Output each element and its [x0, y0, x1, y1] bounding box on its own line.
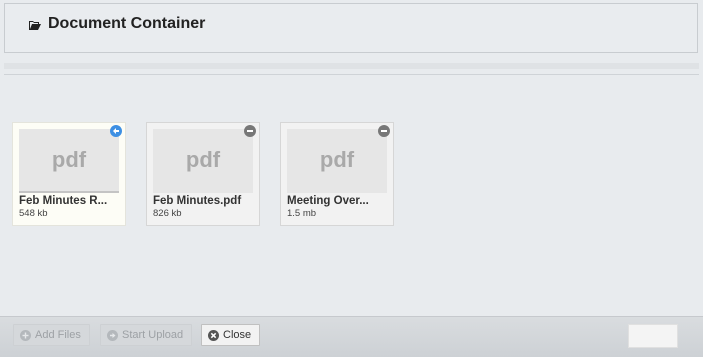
close-icon — [208, 329, 219, 341]
file-card[interactable]: pdf Meeting Over... 1.5 mb — [280, 122, 394, 226]
file-name: Feb Minutes.pdf — [153, 195, 242, 207]
plus-icon — [20, 329, 31, 341]
start-upload-button[interactable]: Start Upload — [100, 324, 193, 346]
file-type-label: pdf — [319, 147, 355, 172]
undo-icon[interactable] — [110, 125, 122, 137]
close-button[interactable]: Close — [201, 324, 261, 346]
footer-toolbar: Add Files Start Upload Close — [0, 316, 703, 357]
folder-open-icon — [29, 21, 41, 30]
remove-icon[interactable] — [378, 125, 390, 137]
file-type-label: pdf — [185, 147, 221, 172]
file-name: Feb Minutes R... — [19, 195, 108, 207]
file-card[interactable]: pdf Feb Minutes R... 548 kb — [12, 122, 126, 226]
divider — [4, 63, 699, 69]
file-name: Meeting Over... — [287, 195, 369, 207]
blank-button[interactable] — [628, 324, 678, 348]
start-upload-label: Start Upload — [122, 329, 184, 341]
container-header: Document Container — [4, 3, 698, 53]
file-card[interactable]: pdf Feb Minutes.pdf 826 kb — [146, 122, 260, 226]
file-thumbnail: pdf — [153, 129, 253, 193]
file-thumbnail: pdf — [287, 129, 387, 193]
arrow-right-icon — [107, 329, 118, 341]
add-files-label: Add Files — [35, 329, 81, 341]
add-files-button[interactable]: Add Files — [13, 324, 90, 346]
file-size: 548 kb — [19, 208, 48, 219]
page-title: Document Container — [48, 15, 206, 32]
file-size: 1.5 mb — [287, 208, 317, 219]
close-label: Close — [223, 329, 252, 341]
divider — [4, 74, 699, 75]
file-thumbnail: pdf — [19, 129, 119, 193]
file-size: 826 kb — [153, 208, 182, 219]
remove-icon[interactable] — [244, 125, 256, 137]
file-type-label: pdf — [51, 147, 87, 172]
